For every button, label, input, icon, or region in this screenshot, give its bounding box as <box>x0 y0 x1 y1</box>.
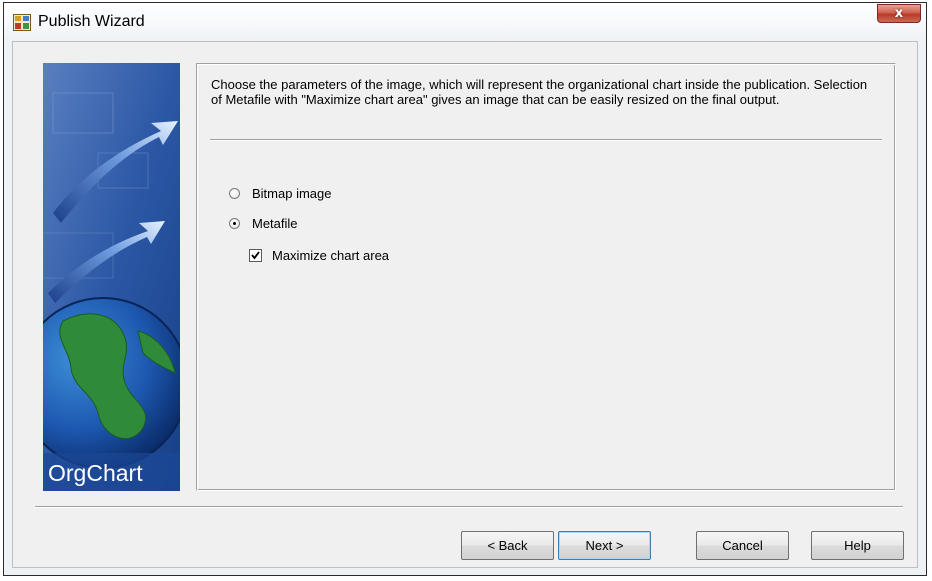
checkbox-maximize-label: Maximize chart area <box>272 248 390 263</box>
cancel-button[interactable]: Cancel <box>696 531 789 560</box>
banner-brand-text: OrgChart <box>48 460 143 486</box>
radio-bitmap-image[interactable]: Bitmap image <box>229 186 331 201</box>
checkmark-icon <box>251 251 260 260</box>
back-button[interactable]: < Back <box>461 531 554 560</box>
help-button[interactable]: Help <box>811 531 904 560</box>
checkbox-maximize-box[interactable] <box>249 249 262 262</box>
window-frame-bottom <box>4 568 926 575</box>
options-group: Choose the parameters of the image, whic… <box>196 63 896 491</box>
app-icon <box>13 14 31 31</box>
radio-bitmap-circle[interactable] <box>229 188 240 199</box>
radio-bitmap-label: Bitmap image <box>252 186 332 201</box>
wizard-content: OrgChart Choose the parameters of the im… <box>12 41 918 568</box>
window-title: Publish Wizard <box>38 13 145 30</box>
wizard-description: Choose the parameters of the image, whic… <box>211 77 868 107</box>
title-bar[interactable]: Publish Wizard x <box>4 3 926 41</box>
close-button[interactable]: x <box>877 4 921 23</box>
radio-metafile-label: Metafile <box>252 216 298 231</box>
radio-metafile[interactable]: Metafile <box>229 216 298 231</box>
checkbox-maximize-chart-area[interactable]: Maximize chart area <box>249 248 389 263</box>
orgchart-banner: OrgChart <box>43 63 180 491</box>
next-button[interactable]: Next > <box>558 531 651 560</box>
button-separator <box>35 506 903 508</box>
publish-wizard-window: Publish Wizard x OrgChart Choose the par… <box>3 2 927 576</box>
window-frame-left <box>4 41 12 575</box>
radio-metafile-circle[interactable] <box>229 218 240 229</box>
close-icon: x <box>894 6 904 21</box>
description-separator <box>210 139 882 141</box>
window-frame-right <box>918 41 926 575</box>
